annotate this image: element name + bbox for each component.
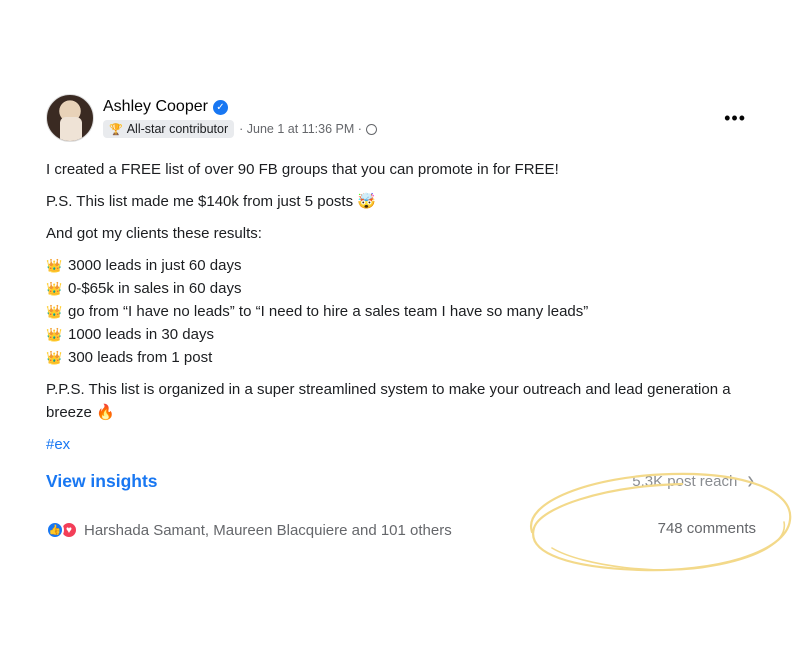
globe-icon[interactable] (365, 123, 377, 135)
crown-icon: 👑 (46, 281, 63, 296)
more-options-button[interactable]: ••• (724, 108, 746, 129)
verified-check-icon: ✓ (212, 99, 228, 115)
hashtag-link[interactable]: #ex (46, 433, 762, 456)
name-row: Ashley Cooper ✓ (103, 98, 377, 116)
list-item: 👑 go from “I have no leads” to “I need t… (46, 300, 762, 323)
list-item: 👑 1000 leads in 30 days (46, 323, 762, 346)
paragraph-2: P.S. This list made me $140k from just 5… (46, 190, 762, 213)
fire-emoji-icon: 🔥 (96, 404, 115, 421)
author-info: Ashley Cooper ✓ 🏆 All-star contributor ·… (103, 98, 377, 138)
trophy-icon: 🏆 (109, 123, 123, 136)
post-reach-text: 5.3K post reach (632, 473, 738, 490)
list-item-text: 0-$65k in sales in 60 days (68, 280, 242, 297)
crown-icon: 👑 (46, 350, 63, 365)
meta-row: 🏆 All-star contributor · June 1 at 11:36… (103, 120, 377, 138)
insights-row: View insights 5.3K post reach › (46, 466, 762, 496)
avatar[interactable] (46, 94, 94, 142)
paragraph-4-text: P.P.S. This list is organized in a super… (46, 381, 731, 421)
list-item-text: 300 leads from 1 post (68, 349, 213, 366)
list-item-text: 1000 leads in 30 days (68, 326, 214, 343)
reactors-text[interactable]: Harshada Samant, Maureen Blacquiere and … (84, 522, 452, 539)
paragraph-1: I created a FREE list of over 90 FB grou… (46, 161, 559, 178)
post-body: I created a FREE list of over 90 FB grou… (46, 158, 762, 456)
paragraph-4: P.P.S. This list is organized in a super… (46, 378, 762, 424)
like-icon: 👍 (46, 521, 64, 539)
crown-icon: 👑 (46, 304, 63, 319)
comments-count[interactable]: 748 comments (658, 520, 756, 537)
crown-icon: 👑 (46, 258, 63, 273)
post-timestamp[interactable]: · June 1 at 11:36 PM · (239, 122, 362, 136)
crown-icon: 👑 (46, 327, 63, 342)
facebook-post: Ashley Cooper ✓ 🏆 All-star contributor ·… (46, 94, 762, 544)
list-item-text: 3000 leads in just 60 days (68, 257, 242, 274)
list-item-text: go from “I have no leads” to “I need to … (68, 303, 589, 320)
view-insights-link[interactable]: View insights (46, 471, 158, 492)
post-header: Ashley Cooper ✓ 🏆 All-star contributor ·… (46, 94, 762, 146)
list-item: 👑 300 leads from 1 post (46, 346, 762, 369)
paragraph-2-text: P.S. This list made me $140k from just 5… (46, 193, 354, 210)
list-item: 👑 0-$65k in sales in 60 days (46, 277, 762, 300)
paragraph-3: And got my clients these results: (46, 225, 262, 242)
results-list: 👑 3000 leads in just 60 days 👑 0-$65k in… (46, 254, 762, 369)
badge-label: All-star contributor (126, 122, 229, 136)
author-name[interactable]: Ashley Cooper (103, 98, 208, 116)
reactions-row: 👍 ♥ Harshada Samant, Maureen Blacquiere … (46, 516, 762, 544)
mind-blown-emoji-icon: 🤯 (357, 193, 376, 210)
chevron-right-icon: › (747, 466, 754, 496)
list-item: 👑 3000 leads in just 60 days (46, 254, 762, 277)
contributor-badge[interactable]: 🏆 All-star contributor (103, 120, 235, 138)
post-reach[interactable]: 5.3K post reach › (632, 467, 754, 496)
reaction-icons[interactable]: 👍 ♥ (46, 521, 78, 539)
